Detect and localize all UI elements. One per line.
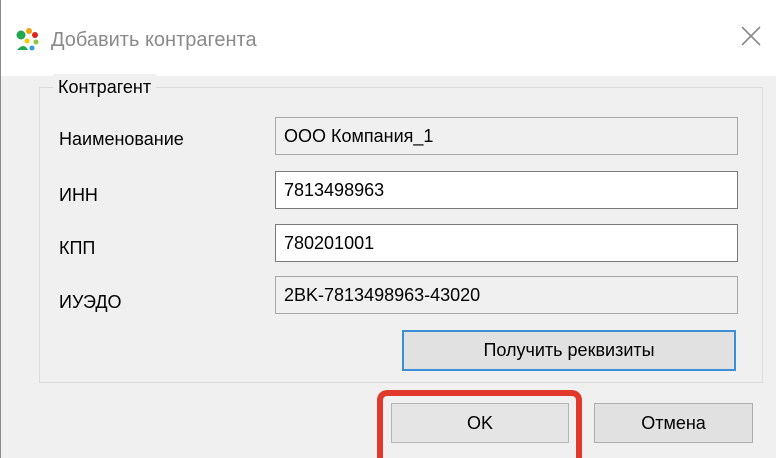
title-bar: Добавить контрагента (1, 0, 776, 76)
iuedo-field[interactable]: 2BK-7813498963-43020 (275, 276, 738, 314)
window-title: Добавить контрагента (51, 29, 257, 51)
app-logo-icon (14, 26, 42, 54)
ok-button[interactable]: OK (391, 403, 569, 443)
groupbox-title: Контрагент (53, 74, 157, 100)
inn-label: ИНН (59, 185, 98, 205)
add-counterparty-dialog: Добавить контрагента Контрагент Наименов… (0, 0, 776, 458)
iuedo-label: ИУЭДО (59, 292, 122, 312)
close-button[interactable] (725, 14, 776, 62)
kpp-field[interactable]: 780201001 (275, 224, 738, 262)
name-label: Наименование (59, 129, 184, 149)
get-requisites-button[interactable]: Получить реквизиты (402, 330, 736, 371)
cancel-button[interactable]: Отмена (594, 403, 753, 443)
close-icon (740, 25, 762, 52)
inn-field[interactable]: 7813498963 (275, 171, 738, 209)
kpp-label: КПП (59, 238, 96, 258)
name-field[interactable]: ООО Компания_1 (275, 117, 738, 155)
